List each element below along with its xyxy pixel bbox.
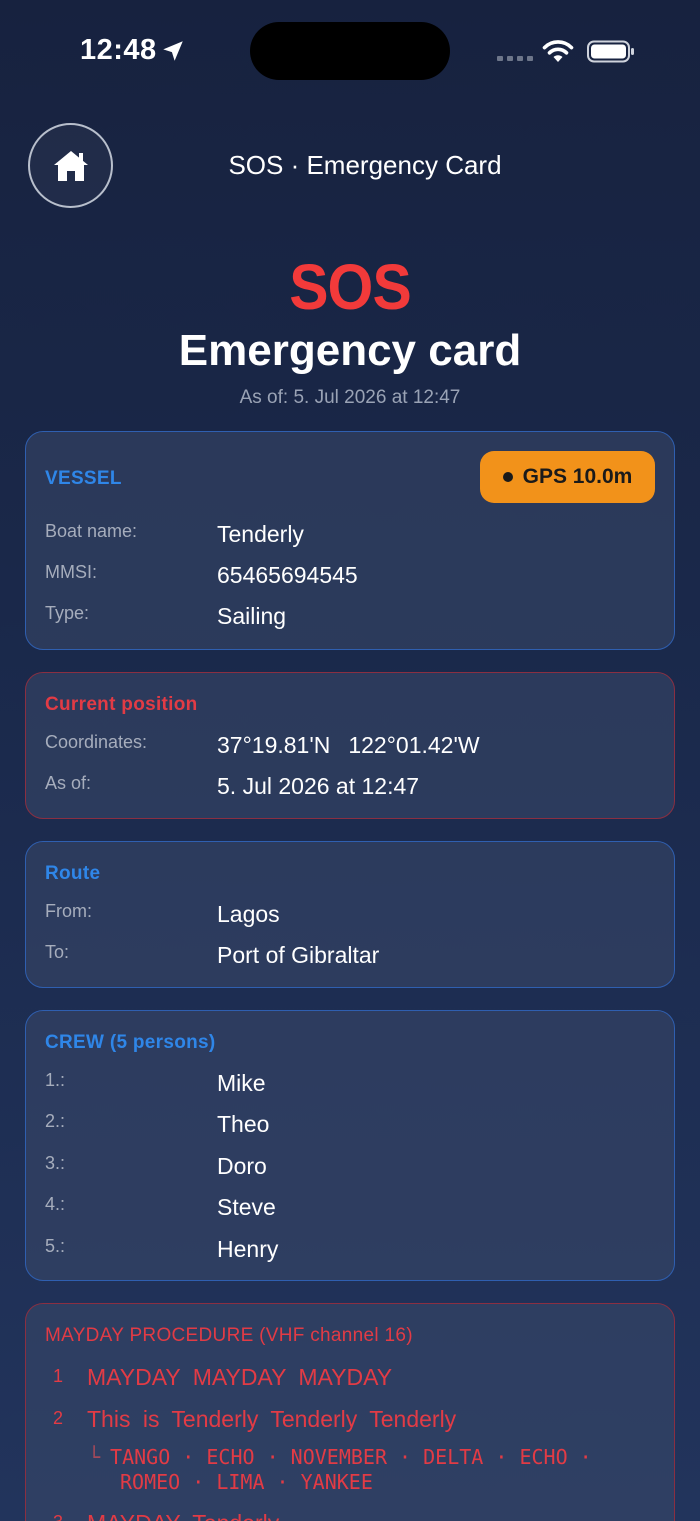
crew-row: 5.: Henry — [45, 1236, 665, 1266]
indent-arrow-icon: └ — [88, 1445, 101, 1469]
row-label: Boat name: — [45, 521, 138, 541]
crew-row: 1.: Mike — [45, 1070, 665, 1100]
route-row-to: To: Port of Gibraltar — [45, 942, 665, 972]
position-row-as-of: As of: 5. Jul 2026 at 12:47 — [45, 773, 665, 803]
row-value: Steve — [217, 1194, 276, 1220]
row-value: Lagos — [217, 901, 280, 927]
row-label: From: — [45, 901, 92, 921]
nav-title: SOS · Emergency Card — [228, 150, 502, 180]
vessel-heading: VESSEL — [45, 468, 122, 489]
vessel-card: VESSEL GPS 10.0m Boat name: Tenderly MMS… — [25, 431, 675, 650]
row-value: Doro — [217, 1153, 267, 1179]
step-number: 1 — [53, 1366, 64, 1386]
gps-accuracy-badge[interactable]: GPS 10.0m — [480, 451, 655, 503]
row-value: Tenderly — [217, 521, 304, 547]
row-value: Theo — [217, 1111, 270, 1137]
row-label: MMSI: — [45, 562, 97, 582]
phonetic-spelling: └ TANGO · ECHO · NOVEMBER · DELTA · ECHO … — [88, 1445, 648, 1495]
row-value: Port of Gibraltar — [217, 942, 380, 968]
page-title: Emergency card — [178, 326, 522, 375]
gps-dot-icon — [502, 472, 513, 482]
crew-card: CREW (5 persons) 1.: Mike 2.: Theo 3.: D… — [25, 1010, 675, 1281]
row-label: To: — [45, 942, 70, 962]
phonetic-line-1: TANGO · ECHO · NOVEMBER · DELTA · ECHO · — [110, 1445, 592, 1469]
vessel-row-boat-name: Boat name: Tenderly — [45, 521, 665, 551]
step-text: MAYDAY Tenderly — [87, 1510, 279, 1521]
dynamic-island — [250, 22, 450, 80]
gps-accuracy-label: GPS 10.0m — [522, 465, 633, 488]
row-value: Sailing — [217, 603, 287, 629]
vessel-row-mmsi: MMSI: 65465694545 — [45, 562, 665, 592]
vessel-row-type: Type: Sailing — [45, 603, 665, 633]
status-time: 12:48 — [80, 34, 157, 66]
row-label: Type: — [45, 603, 90, 623]
crew-row: 3.: Doro — [45, 1153, 665, 1183]
row-value: Henry — [217, 1236, 279, 1262]
row-label: 2.: — [45, 1111, 66, 1131]
route-heading: Route — [45, 863, 101, 884]
step-text: MAYDAY MAYDAY MAYDAY — [87, 1364, 393, 1390]
latitude: 37°19.81'N — [217, 732, 331, 758]
crew-row: 2.: Theo — [45, 1111, 665, 1141]
crew-heading: CREW (5 persons) — [45, 1032, 216, 1053]
route-card: Route From: Lagos To: Port of Gibraltar — [25, 841, 675, 988]
row-value: Mike — [217, 1070, 266, 1096]
step-number: 2 — [53, 1408, 64, 1428]
phonetic-line-2: ROMEO · LIMA · YANKEE — [120, 1470, 373, 1494]
battery-icon — [587, 40, 634, 63]
row-label: 4.: — [45, 1194, 66, 1214]
status-bar: 12:48 — [0, 0, 700, 100]
row-label: Coordinates: — [45, 732, 148, 752]
position-heading: Current position — [45, 694, 198, 715]
row-value: 65465694545 — [217, 562, 358, 588]
as-of-timestamp: As of: 5. Jul 2026 at 12:47 — [239, 387, 461, 408]
row-label: 1.: — [45, 1070, 66, 1090]
row-label: As of: — [45, 773, 92, 793]
position-row-coordinates: Coordinates: 37°19.81'N 122°01.42'W — [45, 732, 665, 762]
route-row-from: From: Lagos — [45, 901, 665, 931]
longitude: 122°01.42'W — [348, 732, 480, 758]
row-label: 5.: — [45, 1236, 66, 1256]
row-label: 3.: — [45, 1153, 66, 1173]
wifi-icon — [542, 40, 574, 62]
mayday-card: MAYDAY PROCEDURE (VHF channel 16) 1 MAYD… — [25, 1303, 675, 1521]
sos-heading: SOS — [289, 251, 412, 323]
step-text: This is Tenderly Tenderly Tenderly — [87, 1406, 457, 1432]
cellular-signal-icon — [497, 56, 533, 61]
coordinates-value: 37°19.81'N 122°01.42'W — [217, 732, 480, 759]
step-number: 3 — [53, 1512, 63, 1521]
crew-row: 4.: Steve — [45, 1194, 665, 1224]
location-arrow-icon — [163, 41, 183, 61]
position-card: Current position Coordinates: 37°19.81'N… — [25, 672, 675, 819]
mayday-heading: MAYDAY PROCEDURE (VHF channel 16) — [45, 1325, 413, 1346]
row-value: 5. Jul 2026 at 12:47 — [217, 773, 420, 799]
